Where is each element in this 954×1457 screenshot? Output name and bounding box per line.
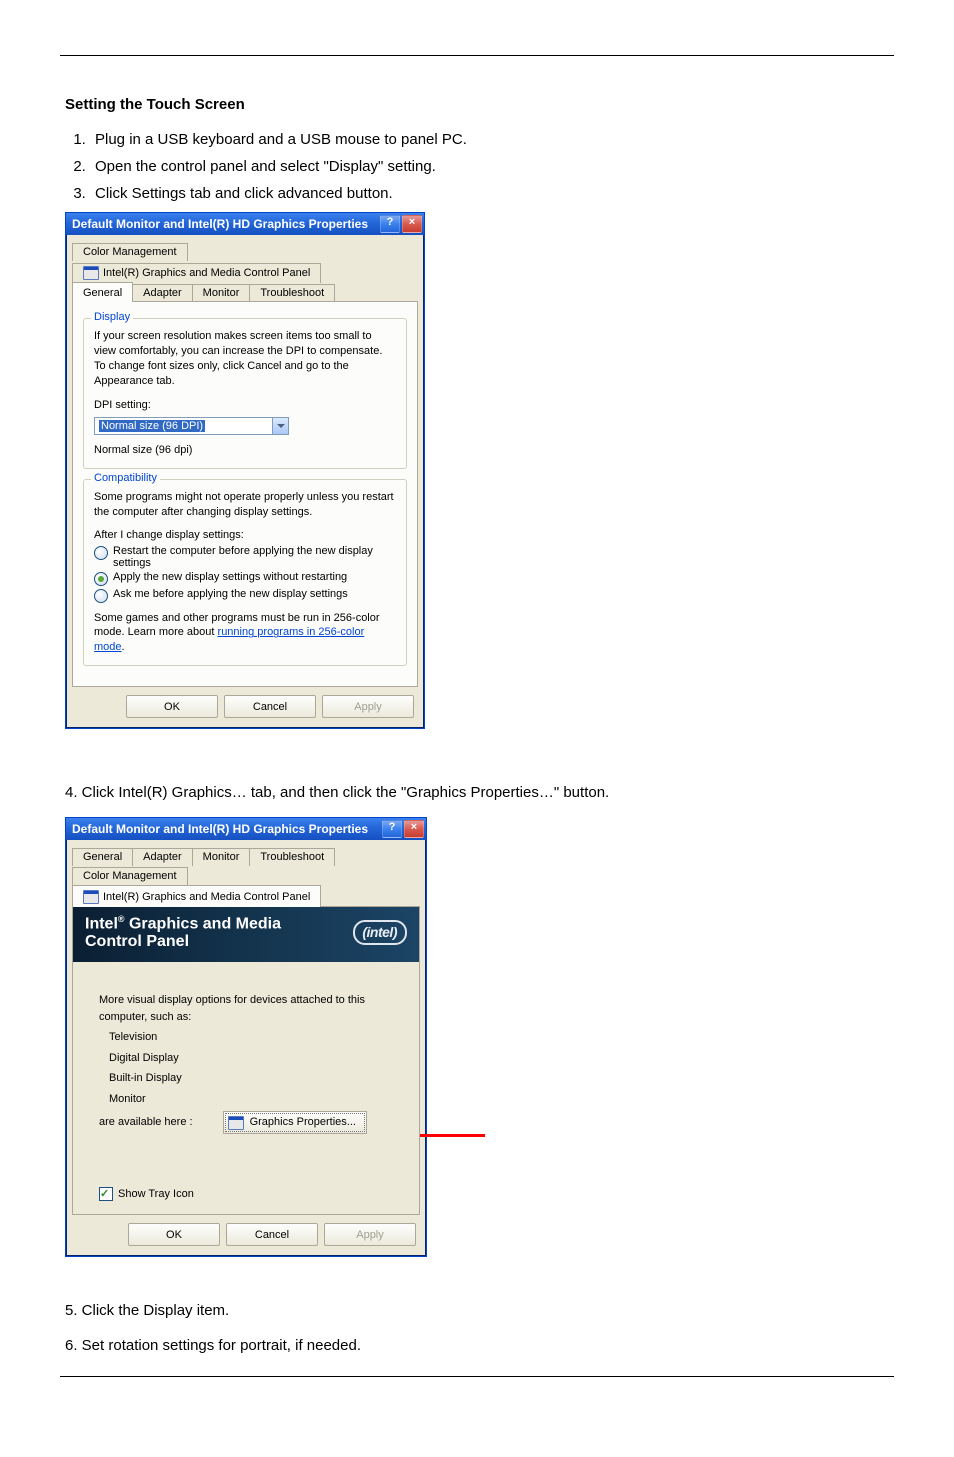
monitor-icon <box>83 266 99 280</box>
graphics-properties-button[interactable]: Graphics Properties... <box>223 1111 367 1134</box>
tab-general[interactable]: General <box>72 848 133 866</box>
dialog2-title: Default Monitor and Intel(R) HD Graphics… <box>72 822 368 836</box>
radio-label: Ask me before applying the new display s… <box>113 588 348 600</box>
section-header: Setting the Touch Screen <box>65 96 954 113</box>
tab-label: General <box>83 851 122 863</box>
radio-label: Apply the new display settings without r… <box>113 571 347 583</box>
dialog-intel-tab: Default Monitor and Intel(R) HD Graphics… <box>65 817 427 1257</box>
chevron-down-icon[interactable] <box>272 418 288 434</box>
tab-label: Monitor <box>203 851 240 863</box>
show-tray-icon-checkbox[interactable]: Show Tray Icon <box>99 1186 401 1203</box>
help-button[interactable]: ? <box>382 820 402 838</box>
tab-monitor[interactable]: Monitor <box>192 848 251 866</box>
help-button[interactable]: ? <box>380 215 400 233</box>
tab-monitor[interactable]: Monitor <box>192 284 251 302</box>
tab-panel-general: Display If your screen resolution makes … <box>72 301 418 687</box>
cancel-button[interactable]: Cancel <box>226 1223 318 1246</box>
checkbox-icon <box>99 1187 113 1201</box>
checkbox-label: Show Tray Icon <box>118 1186 194 1203</box>
registered-mark: ® <box>118 914 125 924</box>
tab-adapter[interactable]: Adapter <box>132 284 193 302</box>
compatibility-groupbox: Compatibility Some programs might not op… <box>83 479 407 666</box>
dpi-select[interactable]: Normal size (96 DPI) <box>94 417 289 435</box>
display-legend: Display <box>91 311 133 323</box>
dialog2-titlebar[interactable]: Default Monitor and Intel(R) HD Graphics… <box>66 818 426 840</box>
step-4: 4. Click Intel(R) Graphics… tab, and the… <box>65 783 889 803</box>
tab-label: Color Management <box>83 870 177 882</box>
tab-label: Troubleshoot <box>260 851 324 863</box>
tab-color-management[interactable]: Color Management <box>72 243 188 261</box>
device-builtin-display: Built-in Display <box>109 1070 401 1087</box>
tab-general[interactable]: General <box>72 282 133 302</box>
close-button[interactable]: × <box>404 820 424 838</box>
after-change-label: After I change display settings: <box>94 528 396 543</box>
step-1: Plug in a USB keyboard and a USB mouse t… <box>90 131 954 148</box>
tab-label: General <box>83 287 122 299</box>
radio-icon <box>94 546 108 560</box>
tab-intel-graphics[interactable]: Intel(R) Graphics and Media Control Pane… <box>72 885 321 907</box>
monitor-icon <box>83 890 99 904</box>
step-5: 5. Click the Display item. <box>65 1301 889 1321</box>
compatibility-footer: Some games and other programs must be ru… <box>94 611 396 656</box>
tab-label: Color Management <box>83 246 177 258</box>
radio-label: Restart the computer before applying the… <box>113 545 396 569</box>
cancel-button[interactable]: Cancel <box>224 695 316 718</box>
banner-line1b: Graphics and Media <box>125 916 281 933</box>
dpi-normal-text: Normal size (96 dpi) <box>94 443 396 458</box>
dialog1-title: Default Monitor and Intel(R) HD Graphics… <box>72 217 368 231</box>
display-groupbox: Display If your screen resolution makes … <box>83 318 407 469</box>
ok-button[interactable]: OK <box>126 695 218 718</box>
tab-label: Monitor <box>203 287 240 299</box>
intel-logo: (intel) <box>353 920 407 945</box>
bottom-horizontal-rule <box>60 1376 894 1377</box>
radio-ask[interactable]: Ask me before applying the new display s… <box>94 588 396 603</box>
radio-apply-no-restart[interactable]: Apply the new display settings without r… <box>94 571 396 586</box>
tab-adapter[interactable]: Adapter <box>132 848 193 866</box>
radio-restart[interactable]: Restart the computer before applying the… <box>94 545 396 569</box>
steps-list: Plug in a USB keyboard and a USB mouse t… <box>0 131 954 202</box>
footer-text-b: . <box>122 641 125 653</box>
tab-label: Adapter <box>143 287 182 299</box>
device-monitor: Monitor <box>109 1091 401 1108</box>
dpi-select-value: Normal size (96 DPI) <box>99 420 205 432</box>
apply-button[interactable]: Apply <box>322 695 414 718</box>
tab-color-management[interactable]: Color Management <box>72 867 188 885</box>
dialog-general-tab: Default Monitor and Intel(R) HD Graphics… <box>65 212 425 729</box>
tab-label: Troubleshoot <box>260 287 324 299</box>
tab-label: Intel(R) Graphics and Media Control Pane… <box>103 891 310 903</box>
intel-banner: Intel® Graphics and Media Control Panel … <box>73 907 419 962</box>
display-description: If your screen resolution makes screen i… <box>94 329 396 388</box>
radio-icon <box>94 589 108 603</box>
dpi-label: DPI setting: <box>94 398 396 413</box>
device-television: Television <box>109 1029 401 1046</box>
intel-logo-text: intel <box>367 924 393 940</box>
banner-line2: Control Panel <box>85 933 189 950</box>
radio-icon <box>94 572 108 586</box>
device-digital-display: Digital Display <box>109 1050 401 1067</box>
tab-troubleshoot[interactable]: Troubleshoot <box>249 284 335 302</box>
compatibility-description: Some programs might not operate properly… <box>94 490 396 520</box>
apply-button[interactable]: Apply <box>324 1223 416 1246</box>
tab-panel-intel: Intel® Graphics and Media Control Panel … <box>72 906 420 1215</box>
graphics-properties-label: Graphics Properties... <box>250 1114 356 1131</box>
dialog1-button-row: OK Cancel Apply <box>66 687 424 728</box>
intel-intro: More visual display options for devices … <box>99 992 401 1025</box>
step-3: Click Settings tab and click advanced bu… <box>90 185 954 202</box>
close-button[interactable]: × <box>402 215 422 233</box>
tab-label: Intel(R) Graphics and Media Control Pane… <box>103 267 310 279</box>
step-2: Open the control panel and select "Displ… <box>90 158 954 175</box>
ok-button[interactable]: OK <box>128 1223 220 1246</box>
monitor-icon <box>228 1116 244 1130</box>
step-6: 6. Set rotation settings for portrait, i… <box>65 1336 889 1356</box>
compatibility-legend: Compatibility <box>91 472 160 484</box>
intel-banner-title: Intel® Graphics and Media Control Panel <box>85 915 281 950</box>
available-here-label: are available here : <box>99 1114 193 1131</box>
tab-intel-graphics[interactable]: Intel(R) Graphics and Media Control Pane… <box>72 263 321 283</box>
dialog2-button-row: OK Cancel Apply <box>66 1215 426 1256</box>
intel-word: Intel <box>85 916 118 933</box>
dialog1-titlebar[interactable]: Default Monitor and Intel(R) HD Graphics… <box>66 213 424 235</box>
top-horizontal-rule <box>60 55 894 56</box>
tab-label: Adapter <box>143 851 182 863</box>
tab-troubleshoot[interactable]: Troubleshoot <box>249 848 335 866</box>
